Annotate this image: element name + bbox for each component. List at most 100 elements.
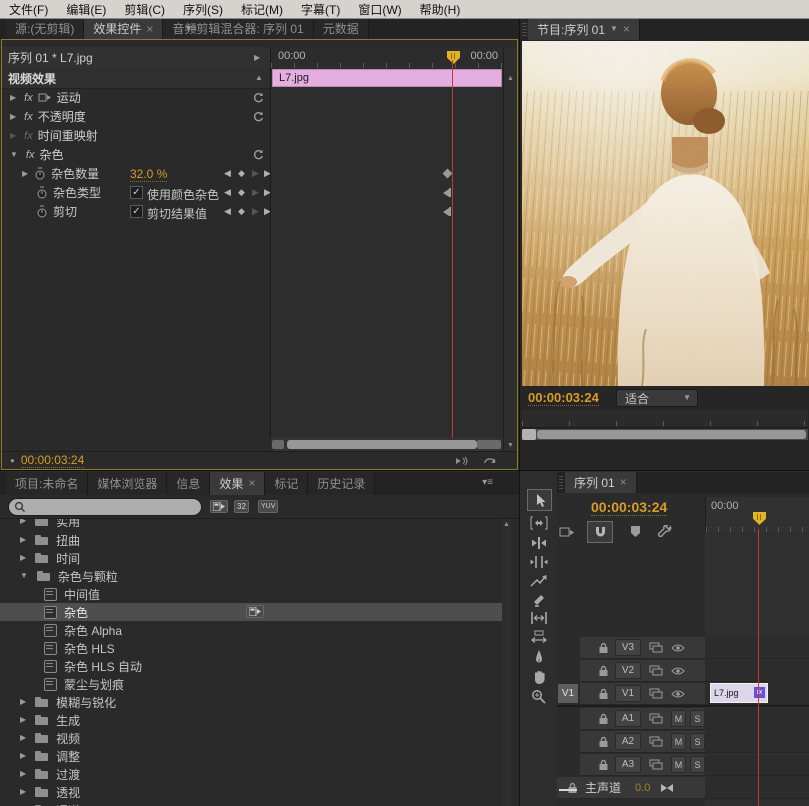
chevron-down-icon[interactable]: ▼ <box>610 25 618 33</box>
menu-file[interactable]: 文件(F) <box>0 0 57 20</box>
ec-timeline-body[interactable] <box>271 68 503 438</box>
track-v2-content[interactable] <box>705 660 809 682</box>
lock-icon[interactable] <box>598 665 609 677</box>
mute-button[interactable]: M <box>671 733 686 750</box>
ec-timeline-ruler[interactable]: 00:00 00:00 <box>271 47 503 69</box>
search-input[interactable] <box>8 498 202 516</box>
scroll-down-icon[interactable]: ▼ <box>507 442 514 449</box>
next-keyframe-icon[interactable]: ▶ <box>252 169 259 178</box>
scroll-up-icon[interactable]: ▲ <box>503 521 510 528</box>
effects-item-row[interactable]: 中间值 <box>0 585 519 603</box>
timeline-playhead-line[interactable] <box>758 529 759 806</box>
nest-sequence-icon[interactable] <box>559 525 575 539</box>
lock-icon[interactable] <box>598 713 609 725</box>
effects-folder-row[interactable]: ▶ 视频 <box>0 729 519 747</box>
loop-icon[interactable] <box>482 455 498 467</box>
add-keyframe-icon[interactable]: ◆ <box>238 188 245 197</box>
disclosure-icon[interactable]: ▶ <box>20 734 26 742</box>
disclosure-icon[interactable]: ▶ <box>20 770 26 778</box>
mute-button[interactable]: M <box>671 756 686 773</box>
effects-folder-row[interactable]: ▶ 透视 <box>0 783 519 801</box>
disclosure-icon[interactable]: ▶ <box>20 518 26 525</box>
effects-folder-row[interactable]: ▶ 通道 <box>0 801 519 806</box>
prev-keyframe-icon[interactable]: ◀ <box>224 207 231 216</box>
program-ruler[interactable] <box>522 410 808 428</box>
yuv-badge-icon[interactable]: YUV <box>258 500 278 513</box>
next-keyframe-icon[interactable]: ▶ <box>252 188 259 197</box>
track-name-button[interactable]: V1 <box>615 685 641 702</box>
timeline-ruler[interactable]: 00:00 <box>705 497 809 534</box>
track-v3-content[interactable] <box>705 637 809 659</box>
ec-column-divider[interactable] <box>270 47 271 438</box>
sync-lock-icon[interactable] <box>649 713 663 724</box>
ec-fx-timeremap-row[interactable]: ▶ fx 时间重映射 <box>2 126 271 145</box>
sync-lock-icon[interactable] <box>649 642 663 653</box>
stopwatch-icon[interactable] <box>36 205 48 218</box>
lock-icon[interactable] <box>598 642 609 654</box>
effects-folder-row[interactable]: ▼ 杂色与颗粒 <box>0 567 519 585</box>
zoom-level-select[interactable]: 适合 ▼ <box>616 389 698 407</box>
solo-button[interactable]: S <box>690 710 705 727</box>
track-a3-content[interactable] <box>705 754 809 776</box>
keyframe-icon[interactable] <box>443 188 452 197</box>
tab-history[interactable]: 历史记录 <box>308 472 375 495</box>
tab-source-monitor[interactable]: 源:(无剪辑) <box>6 19 84 39</box>
disclosure-icon[interactable]: ▶ <box>20 752 26 760</box>
marker-icon[interactable] <box>629 525 642 539</box>
program-scrollbar[interactable] <box>522 429 808 440</box>
ripple-edit-tool-icon[interactable] <box>530 536 548 550</box>
ec-clip-header[interactable]: 序列 01 * L7.jpg ▶ <box>2 47 271 69</box>
track-a1-content[interactable] <box>705 708 809 730</box>
lock-icon[interactable] <box>567 782 578 794</box>
razor-tool-icon[interactable] <box>531 593 547 608</box>
eye-icon[interactable] <box>671 689 685 699</box>
ec-playhead-line[interactable] <box>452 60 453 452</box>
menu-clip[interactable]: 剪辑(C) <box>115 0 174 20</box>
close-icon[interactable]: × <box>620 475 627 489</box>
mute-button[interactable]: M <box>671 710 686 727</box>
slip-tool-icon[interactable] <box>530 611 548 625</box>
rate-stretch-tool-icon[interactable] <box>530 574 548 588</box>
menu-sequence[interactable]: 序列(S) <box>174 0 232 20</box>
disclosure-icon[interactable]: ▶ <box>20 788 26 796</box>
pen-tool-icon[interactable] <box>532 649 546 665</box>
sync-lock-icon[interactable] <box>649 759 663 770</box>
reset-icon[interactable] <box>252 92 264 104</box>
sync-lock-icon[interactable] <box>649 665 663 676</box>
stopwatch-icon[interactable] <box>34 167 46 180</box>
tool-selection[interactable] <box>527 489 552 511</box>
eye-icon[interactable] <box>671 643 685 653</box>
bit32-badge-icon[interactable]: 32 <box>234 500 249 513</box>
ec-vscrollbar[interactable]: ▲ ▼ <box>503 47 517 451</box>
effects-folder-row[interactable]: ▶ 时间 <box>0 549 519 567</box>
tab-timeline-sequence[interactable]: 序列 01 × <box>565 472 637 493</box>
effects-folder-row[interactable]: ▶ 过渡 <box>0 765 519 783</box>
timeline-vscroll-nub[interactable] <box>559 789 577 791</box>
track-master-content[interactable] <box>705 777 809 799</box>
disclosure-icon[interactable]: ▶ <box>20 698 26 706</box>
tab-program-monitor[interactable]: 节目:序列 01 ▼ × <box>528 19 640 40</box>
timeline-clip-l7jpg[interactable]: L7.jpg fx <box>710 683 768 703</box>
accelerated-effects-badge-icon[interactable] <box>210 500 228 513</box>
close-icon[interactable]: × <box>248 476 255 490</box>
reset-icon[interactable] <box>252 111 264 123</box>
disclosure-icon[interactable]: ▶ <box>10 113 16 121</box>
ec-fx-noise-row[interactable]: ▼ fx 杂色 <box>2 145 271 164</box>
snap-toggle[interactable] <box>587 521 613 543</box>
chevron-right-icon[interactable]: ▶ <box>254 54 260 62</box>
tab-info[interactable]: 信息 <box>167 472 210 495</box>
track-name-button[interactable]: A2 <box>615 733 641 750</box>
rolling-edit-tool-icon[interactable] <box>530 555 548 569</box>
checkbox-clip-result[interactable]: ✓ <box>130 205 143 218</box>
ec-fx-opacity-row[interactable]: ▶ fx 不透明度 <box>2 107 271 126</box>
lock-icon[interactable] <box>598 688 609 700</box>
master-gain-value[interactable]: 0.0 <box>635 782 650 794</box>
menu-marker[interactable]: 标记(M) <box>232 0 292 20</box>
disclosure-icon[interactable]: ▶ <box>20 716 26 724</box>
track-name-button[interactable]: A3 <box>615 756 641 773</box>
prev-keyframe-icon[interactable]: ◀ <box>224 169 231 178</box>
tab-markers[interactable]: 标记 <box>265 472 308 495</box>
close-icon[interactable]: × <box>146 22 153 36</box>
source-patch-v1[interactable]: V1 <box>557 683 579 704</box>
sync-lock-icon[interactable] <box>649 688 663 699</box>
